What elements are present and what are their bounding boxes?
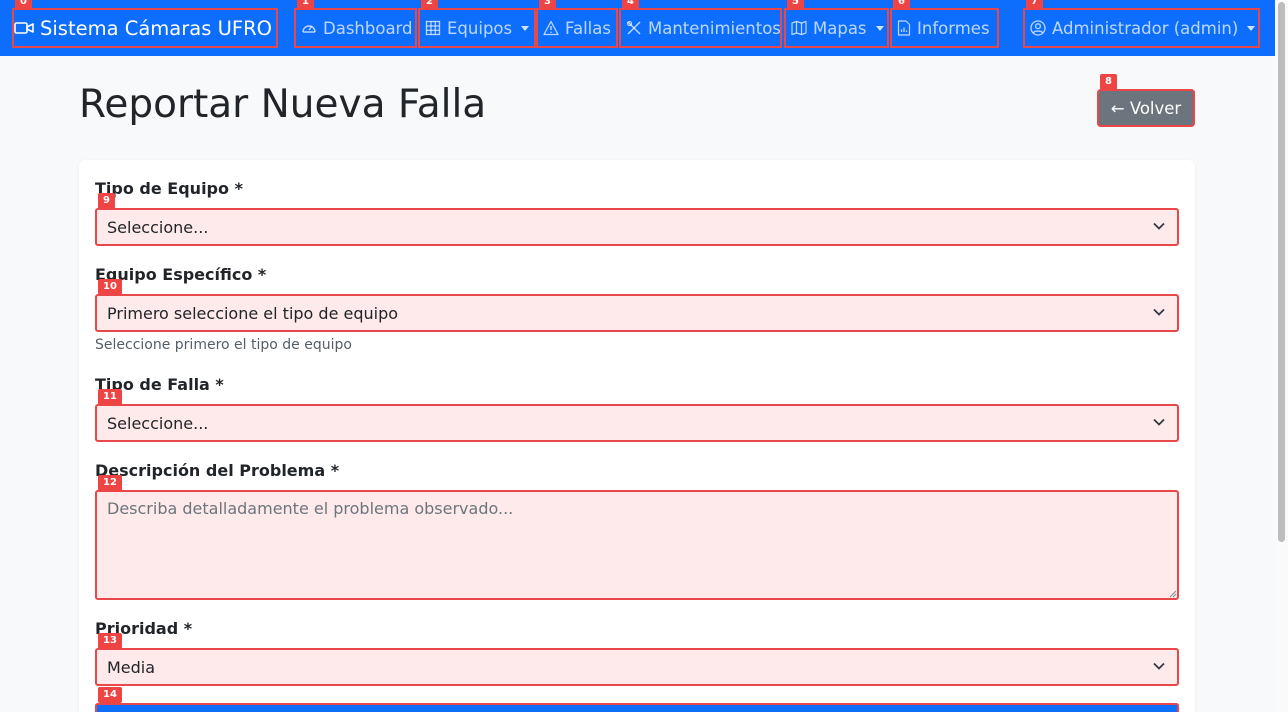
equipo-help-text: Seleccione primero el tipo de equipo bbox=[95, 337, 352, 353]
tipo-equipo-label: Tipo de Equipo * bbox=[95, 179, 243, 198]
page-title: Reportar Nueva Falla bbox=[79, 82, 487, 127]
nav-fallas[interactable]: Fallas bbox=[536, 8, 618, 48]
marker-badge: 13 bbox=[98, 633, 122, 649]
marker-badge: 1 bbox=[297, 0, 314, 10]
grid-icon bbox=[425, 20, 441, 36]
chevron-down-icon bbox=[1247, 25, 1256, 31]
marker-badge: 8 bbox=[1100, 74, 1117, 90]
prioridad-value: Media bbox=[107, 657, 156, 677]
prioridad-select[interactable]: Media bbox=[95, 648, 1179, 686]
map-icon bbox=[791, 20, 807, 36]
marker-badge: 3 bbox=[539, 0, 556, 10]
speedometer-icon bbox=[302, 25, 316, 33]
marker-badge: 2 bbox=[421, 0, 438, 10]
brand-text: Sistema Cámaras UFRO bbox=[40, 16, 272, 40]
nav-mapas-dropdown[interactable]: Mapas bbox=[784, 8, 889, 48]
marker-badge: 12 bbox=[98, 475, 122, 491]
nav-mantenimientos[interactable]: Mantenimientos bbox=[619, 8, 782, 48]
marker-badge: 7 bbox=[1026, 0, 1043, 10]
nav-fallas-label: Fallas bbox=[565, 18, 611, 38]
chevron-down-icon bbox=[1153, 418, 1165, 426]
submit-button[interactable] bbox=[95, 703, 1179, 712]
marker-badge: 9 bbox=[98, 193, 115, 209]
nav-dashboard[interactable]: Dashboard bbox=[294, 8, 417, 48]
marker-badge: 4 bbox=[622, 0, 639, 10]
marker-badge: 14 bbox=[98, 687, 122, 703]
chevron-down-icon bbox=[875, 25, 884, 31]
nav-mapas-label: Mapas bbox=[813, 18, 867, 38]
chevron-down-icon bbox=[1153, 222, 1165, 230]
marker-badge: 11 bbox=[98, 389, 122, 405]
top-navbar: Sistema Cámaras UFRO Dashboard Equipos F… bbox=[0, 0, 1288, 56]
warning-icon bbox=[543, 20, 559, 36]
back-button[interactable]: ← Volver bbox=[1097, 89, 1195, 127]
chevron-down-icon bbox=[1153, 662, 1165, 670]
user-menu-label: Administrador (admin) bbox=[1052, 18, 1239, 38]
equipo-select[interactable]: Primero seleccione el tipo de equipo bbox=[95, 294, 1179, 332]
nav-equipos-dropdown[interactable]: Equipos bbox=[418, 8, 536, 48]
tipo-falla-select[interactable]: Seleccione... bbox=[95, 404, 1179, 442]
nav-informes-label: Informes bbox=[917, 18, 990, 38]
video-camera-icon bbox=[14, 22, 34, 34]
brand-link[interactable]: Sistema Cámaras UFRO bbox=[12, 8, 278, 48]
tools-icon bbox=[626, 20, 641, 35]
scrollbar-track[interactable] bbox=[1275, 0, 1288, 712]
nav-mantenimientos-label: Mantenimientos bbox=[648, 18, 781, 38]
marker-badge: 5 bbox=[787, 0, 804, 10]
nav-equipos-label: Equipos bbox=[447, 18, 513, 38]
descripcion-textarea[interactable]: Describa detalladamente el problema obse… bbox=[95, 490, 1179, 600]
nav-dashboard-label: Dashboard bbox=[323, 18, 413, 38]
chevron-down-icon bbox=[1153, 308, 1165, 316]
tipo-equipo-value: Seleccione... bbox=[107, 217, 209, 237]
tipo-equipo-select[interactable]: Seleccione... bbox=[95, 208, 1179, 246]
marker-badge: 0 bbox=[15, 0, 32, 10]
report-icon bbox=[897, 20, 911, 36]
equipo-value: Primero seleccione el tipo de equipo bbox=[107, 303, 399, 323]
user-circle-icon bbox=[1030, 20, 1046, 36]
tipo-falla-value: Seleccione... bbox=[107, 413, 209, 433]
marker-badge: 10 bbox=[98, 279, 122, 295]
descripcion-label: Descripción del Problema * bbox=[95, 461, 340, 480]
descripcion-placeholder: Describa detalladamente el problema obse… bbox=[107, 499, 514, 518]
scrollbar-thumb[interactable] bbox=[1278, 2, 1285, 542]
nav-informes[interactable]: Informes bbox=[890, 8, 999, 48]
resize-handle-icon[interactable] bbox=[1169, 590, 1177, 598]
chevron-down-icon bbox=[521, 25, 530, 31]
user-menu-dropdown[interactable]: Administrador (admin) bbox=[1023, 8, 1260, 48]
marker-badge: 6 bbox=[893, 0, 910, 10]
